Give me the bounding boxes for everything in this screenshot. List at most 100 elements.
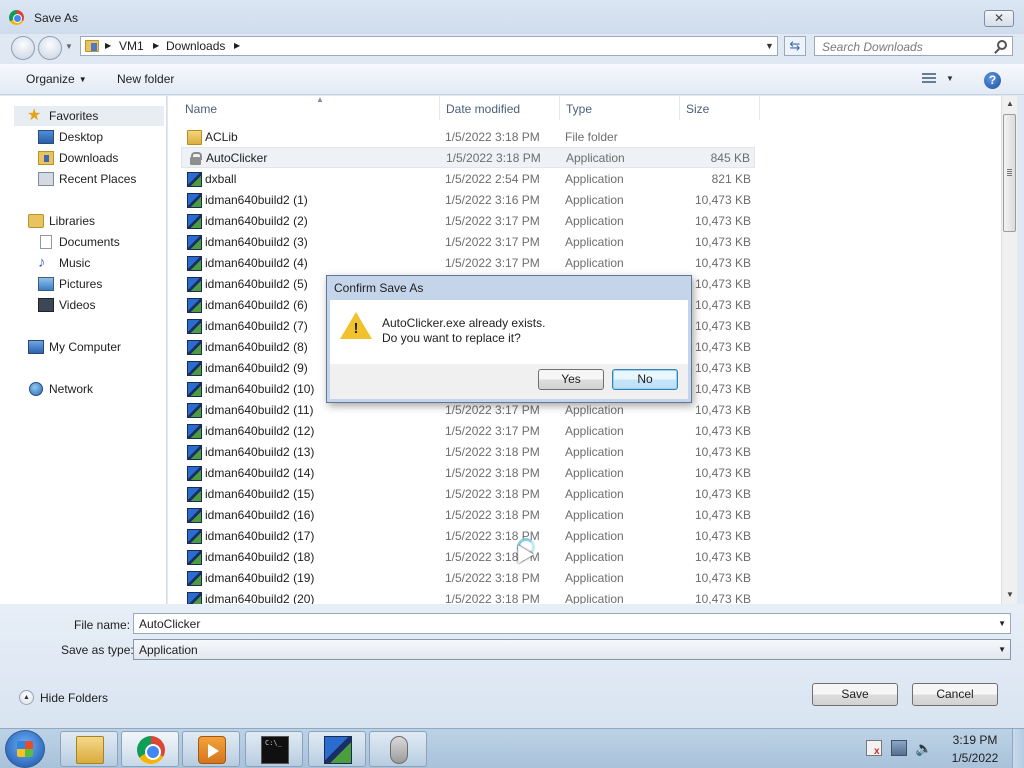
help-icon[interactable]: ? (984, 72, 1001, 89)
search-icon[interactable] (997, 40, 1007, 50)
chevron-down-icon[interactable]: ▼ (998, 619, 1006, 628)
clock-date[interactable]: 1/5/2022 (945, 751, 1005, 765)
back-button[interactable] (11, 36, 35, 60)
address-bar[interactable]: ▶ VM1 ▶ Downloads ▶ ▼ (80, 36, 778, 56)
file-type: Application (565, 529, 624, 543)
scroll-up-icon[interactable]: ▲ (1006, 99, 1014, 108)
taskbar-autoclicker[interactable] (369, 731, 427, 767)
window-title: Save As (34, 11, 79, 25)
file-row[interactable]: idman640build2 (2) 1/5/2022 3:17 PM Applic… (181, 211, 755, 232)
sidebar-item-network[interactable]: Network (0, 379, 165, 399)
file-row[interactable]: idman640build2 (18) 1/5/2022 3:18 PM Appli… (181, 547, 755, 568)
yes-button[interactable]: Yes (538, 369, 604, 390)
scroll-down-icon[interactable]: ▼ (1006, 590, 1014, 599)
breadcrumb-downloads[interactable]: Downloads (166, 39, 225, 53)
column-header-name[interactable]: Name ▲ (179, 96, 440, 120)
installer-icon (324, 736, 352, 764)
file-type: File folder (565, 130, 618, 144)
sidebar-item-favorites[interactable]: ★ Favorites (14, 106, 164, 126)
file-row[interactable]: idman640build2 (14) 1/5/2022 3:18 PM Appli… (181, 463, 755, 484)
file-row[interactable]: idman640build2 (12) 1/5/2022 3:17 PM Appli… (181, 421, 755, 442)
dialog-footer: Yes No (330, 364, 688, 399)
file-row[interactable]: idman640build2 (19) 1/5/2022 3:18 PM Appli… (181, 568, 755, 589)
chrome-icon (137, 736, 165, 764)
forward-button[interactable] (38, 36, 62, 60)
file-name: idman640build2 (12) (205, 424, 315, 438)
file-name-label: File name: (74, 618, 131, 632)
file-row[interactable]: idman640build2 (4) 1/5/2022 3:17 PM Applic… (181, 253, 755, 274)
views-dropdown-icon[interactable]: ▼ (946, 74, 954, 83)
start-button[interactable] (5, 730, 45, 768)
file-date: 1/5/2022 3:16 PM (445, 193, 540, 207)
sidebar-item-videos[interactable]: Videos (0, 295, 165, 315)
column-header-date[interactable]: Date modified (440, 96, 560, 120)
action-center-flag-icon[interactable] (866, 740, 882, 757)
file-size: 10,473 KB (694, 298, 751, 312)
file-date: 1/5/2022 3:17 PM (445, 424, 540, 438)
sidebar-item-pictures[interactable]: Pictures (0, 274, 165, 294)
breadcrumb-vm1[interactable]: VM1 (119, 39, 144, 53)
address-dropdown-icon[interactable]: ▼ (765, 41, 774, 51)
sidebar-item-label: Libraries (49, 214, 96, 228)
show-desktop-button[interactable] (1012, 729, 1024, 768)
sidebar-item-libraries[interactable]: Libraries (0, 211, 165, 231)
file-row[interactable]: idman640build2 (11) 1/5/2022 3:17 PM Appli… (181, 400, 755, 421)
file-row[interactable]: idman640build2 (17) 1/5/2022 3:18 PM Appli… (181, 526, 755, 547)
file-row[interactable]: idman640build2 (15) 1/5/2022 3:18 PM Appli… (181, 484, 755, 505)
vertical-scrollbar[interactable]: ▲ ▼ (1001, 96, 1017, 604)
taskbar-chrome[interactable] (121, 731, 179, 767)
taskbar-explorer[interactable] (60, 731, 118, 767)
sidebar-item-label: Pictures (59, 277, 103, 291)
save-type-select[interactable]: Application ▼ (133, 639, 1011, 660)
scrollbar-thumb[interactable] (1003, 114, 1016, 232)
file-type: Application (566, 151, 625, 165)
new-folder-button[interactable]: New folder (117, 72, 174, 86)
taskbar-installer[interactable] (308, 731, 366, 767)
save-button[interactable]: Save (812, 683, 898, 706)
file-row[interactable]: idman640build2 (20) 1/5/2022 3:18 PM Appli… (181, 589, 755, 604)
file-row[interactable]: idman640build2 (3) 1/5/2022 3:17 PM Applic… (181, 232, 755, 253)
breadcrumb-separator-icon[interactable]: ▶ (153, 41, 159, 50)
chevron-down-icon[interactable]: ▼ (998, 645, 1006, 654)
sort-ascending-icon: ▲ (316, 96, 324, 104)
cancel-button[interactable]: Cancel (912, 683, 998, 706)
file-type: Application (565, 571, 624, 585)
file-name: idman640build2 (15) (205, 487, 315, 501)
file-date: 1/5/2022 3:17 PM (445, 214, 540, 228)
file-name-field[interactable]: AutoClicker ▼ (133, 613, 1011, 634)
refresh-button[interactable]: ⇆ (784, 36, 806, 56)
column-header-size[interactable]: Size (680, 96, 760, 120)
breadcrumb-separator-icon[interactable]: ▶ (234, 41, 240, 50)
search-input[interactable]: Search Downloads (814, 36, 1013, 56)
no-button[interactable]: No (612, 369, 678, 390)
file-row[interactable]: dxball 1/5/2022 2:54 PM Application 821 KB (181, 169, 755, 190)
file-row[interactable]: idman640build2 (1) 1/5/2022 3:16 PM Applic… (181, 190, 755, 211)
close-button[interactable]: ✕ (984, 10, 1014, 27)
sidebar-item-documents[interactable]: Documents (0, 232, 165, 252)
views-icon[interactable] (922, 73, 936, 85)
clock-time[interactable]: 3:19 PM (950, 733, 1000, 747)
taskbar-media-player[interactable] (182, 731, 240, 767)
organize-button[interactable]: Organize ▼ (26, 72, 87, 86)
file-type: Application (565, 235, 624, 249)
sidebar-item-music[interactable]: ♪ Music (0, 253, 165, 273)
file-date: 1/5/2022 3:17 PM (445, 403, 540, 417)
setup-app-icon (187, 256, 202, 271)
file-row[interactable]: AutoClicker 1/5/2022 3:18 PM Application 84… (181, 147, 755, 168)
file-name: ACLib (205, 130, 238, 144)
recent-pages-dropdown-icon[interactable]: ▼ (65, 42, 73, 51)
breadcrumb-separator-icon[interactable]: ▶ (105, 41, 111, 50)
sidebar-item-downloads[interactable]: Downloads (0, 148, 165, 168)
column-header-type[interactable]: Type (560, 96, 680, 120)
volume-icon[interactable]: 🔈 (915, 740, 932, 756)
sidebar-item-my-computer[interactable]: My Computer (0, 337, 165, 357)
file-row[interactable]: idman640build2 (16) 1/5/2022 3:18 PM Appli… (181, 505, 755, 526)
file-row[interactable]: ACLib 1/5/2022 3:18 PM File folder (181, 127, 755, 148)
sidebar-item-recent-places[interactable]: Recent Places (0, 169, 165, 189)
setup-app-icon (187, 319, 202, 334)
sidebar-item-desktop[interactable]: Desktop (0, 127, 165, 147)
network-tray-icon[interactable] (891, 740, 907, 756)
mouse-icon (390, 736, 408, 764)
taskbar-command-prompt[interactable] (245, 731, 303, 767)
file-row[interactable]: idman640build2 (13) 1/5/2022 3:18 PM Appli… (181, 442, 755, 463)
